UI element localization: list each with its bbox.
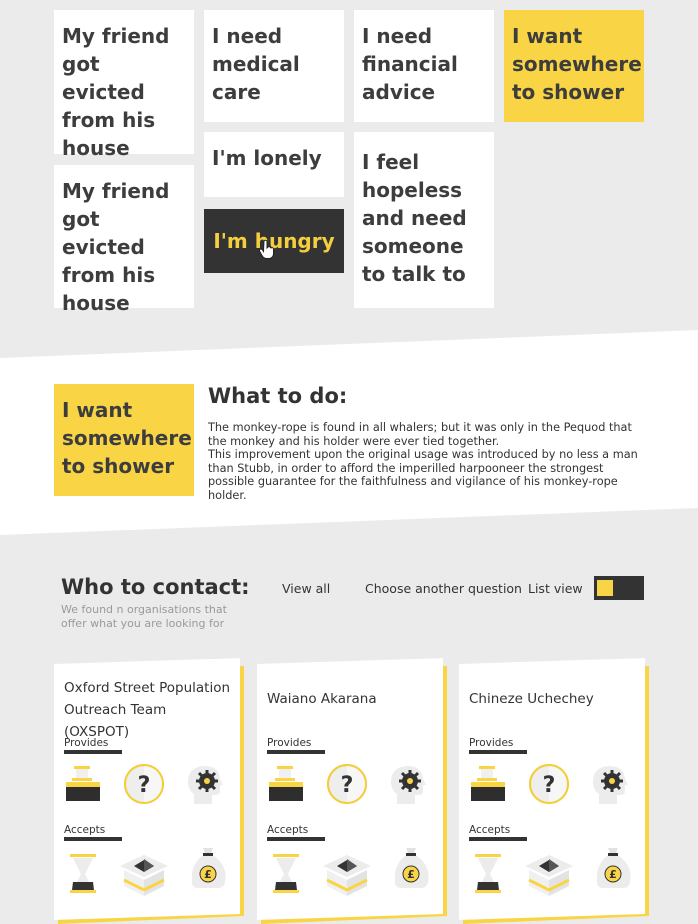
- accepts-label: Accepts: [267, 824, 309, 836]
- money-bag-icon: [192, 848, 226, 889]
- question-tile-hopeless[interactable]: I feel hopeless and need someone to talk…: [354, 132, 494, 308]
- organisation-card[interactable]: Oxford Street Population Outreach Team (…: [54, 658, 240, 920]
- provides-label: Provides: [267, 737, 312, 749]
- accepts-label: Accepts: [64, 824, 106, 836]
- question-tile-financial[interactable]: I need financial advice: [354, 10, 494, 122]
- selected-question-tile: I want somewhere to shower: [54, 384, 194, 496]
- organisation-name: Waiano Akarana: [267, 691, 377, 707]
- accepts-underline: [64, 837, 122, 841]
- box-icon: [525, 854, 573, 898]
- box-icon: [120, 854, 168, 898]
- question-tile-evicted-2[interactable]: My friend got evicted from his house: [54, 165, 194, 315]
- money-bag-icon: [597, 848, 631, 889]
- question-tile-evicted-1[interactable]: My friend got evicted from his house: [54, 10, 194, 160]
- accepts-label: Accepts: [469, 824, 511, 836]
- accepts-underline: [469, 837, 527, 841]
- question-tile-shower[interactable]: I want somewhere to shower: [504, 10, 644, 122]
- head-gear-icon: [593, 764, 629, 804]
- toggle-knob: [597, 580, 613, 596]
- question-tile-medical[interactable]: I need medical care: [204, 10, 344, 122]
- provides-underline: [64, 750, 122, 754]
- hourglass-icon: [70, 854, 96, 893]
- provides-label: Provides: [64, 737, 109, 749]
- hand-cursor-icon: [259, 239, 274, 259]
- head-gear-icon: [188, 764, 224, 804]
- organisation-name: Oxford Street Population Outreach Team (…: [64, 680, 231, 740]
- results-subtitle: We found n organisations that offer what…: [61, 603, 227, 630]
- list-view-toggle[interactable]: [594, 576, 644, 600]
- washbasin-icon: [269, 766, 303, 801]
- provides-underline: [267, 750, 325, 754]
- organisation-card[interactable]: Chineze Uchechey Provides Accepts: [459, 658, 645, 920]
- organisation-name: Chineze Uchechey: [469, 691, 594, 707]
- provides-underline: [469, 750, 527, 754]
- hourglass-icon: [273, 854, 299, 893]
- question-icon: [529, 764, 569, 804]
- hourglass-icon: [475, 854, 501, 893]
- choose-another-question-link[interactable]: Choose another question: [365, 581, 522, 596]
- question-icon: [124, 764, 164, 804]
- accepts-underline: [267, 837, 325, 841]
- head-gear-icon: [391, 764, 427, 804]
- what-to-do-body: The monkey-rope is found in all whalers;…: [208, 421, 638, 502]
- view-all-link[interactable]: View all: [282, 581, 330, 596]
- washbasin-icon: [471, 766, 505, 801]
- what-to-do-heading: What to do:: [208, 384, 348, 408]
- organisation-card[interactable]: Waiano Akarana Provides Accepts: [257, 658, 443, 920]
- who-to-contact-heading: Who to contact:: [61, 575, 250, 599]
- question-tile-lonely[interactable]: I'm lonely: [204, 132, 344, 197]
- question-icon: [327, 764, 367, 804]
- list-view-label: List view: [528, 581, 583, 596]
- provides-label: Provides: [469, 737, 514, 749]
- box-icon: [323, 854, 371, 898]
- washbasin-icon: [66, 766, 100, 801]
- money-bag-icon: [395, 848, 429, 889]
